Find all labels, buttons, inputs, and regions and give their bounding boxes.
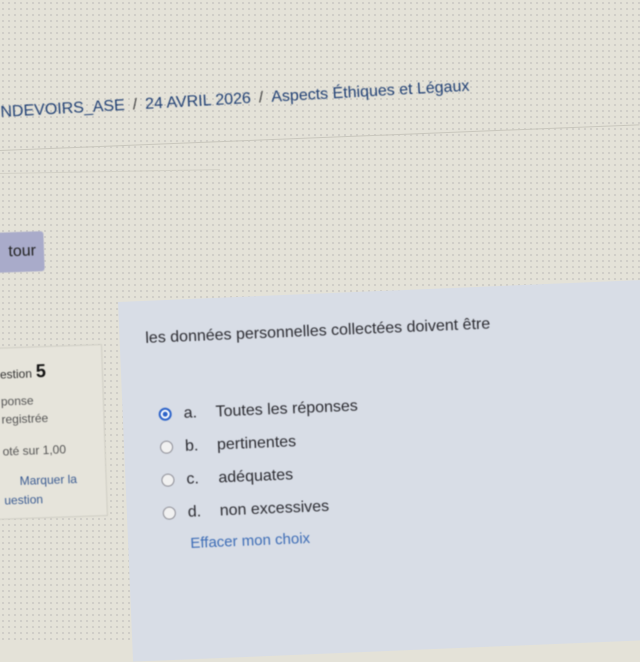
question-label: estion 5 — [0, 361, 47, 382]
grade-text: oté sur 1,00 — [2, 442, 67, 459]
option-label: Toutes les réponses — [215, 397, 359, 421]
breadcrumb-item-quiz[interactable]: Aspects Éthiques et Légaux — [271, 78, 470, 106]
question-info-box: estion 5 ponse registrée oté sur 1,00 Mar… — [0, 344, 108, 520]
option-letter: d. — [187, 502, 202, 521]
answer-options: a. Toutes les réponses b. pertinentes c.… — [158, 381, 563, 530]
status-line-2: registrée — [1, 411, 49, 427]
option-label: adéquates — [218, 465, 294, 487]
radio-option-c[interactable] — [161, 473, 175, 487]
breadcrumb-separator: / — [258, 89, 264, 107]
secondary-divider — [0, 169, 220, 174]
breadcrumb: NDEVOIRS_ASE / 24 AVRIL 2026 / Aspects Éthiq… — [0, 68, 640, 122]
breadcrumb-item-date[interactable]: 24 AVRIL 2026 — [145, 90, 252, 113]
header-divider — [0, 124, 640, 151]
option-label: non excessives — [219, 497, 330, 520]
radio-option-d[interactable] — [162, 506, 177, 520]
status-line-1: ponse — [0, 393, 34, 409]
back-button[interactable]: tour — [0, 231, 45, 273]
flag-question-link-line2[interactable]: uestion — [4, 492, 43, 507]
radio-option-a[interactable] — [158, 407, 172, 421]
flag-icon — [4, 485, 20, 486]
option-letter: b. — [184, 436, 199, 455]
flag-question-link[interactable]: Marquer la — [3, 472, 77, 489]
option-letter: c. — [186, 469, 200, 488]
option-label: pertinentes — [216, 432, 297, 454]
breadcrumb-item-course[interactable]: NDEVOIRS_ASE — [0, 97, 125, 121]
radio-option-b[interactable] — [159, 440, 174, 454]
question-number: 5 — [35, 361, 47, 382]
breadcrumb-separator: / — [132, 96, 138, 114]
option-letter: a. — [183, 403, 198, 422]
